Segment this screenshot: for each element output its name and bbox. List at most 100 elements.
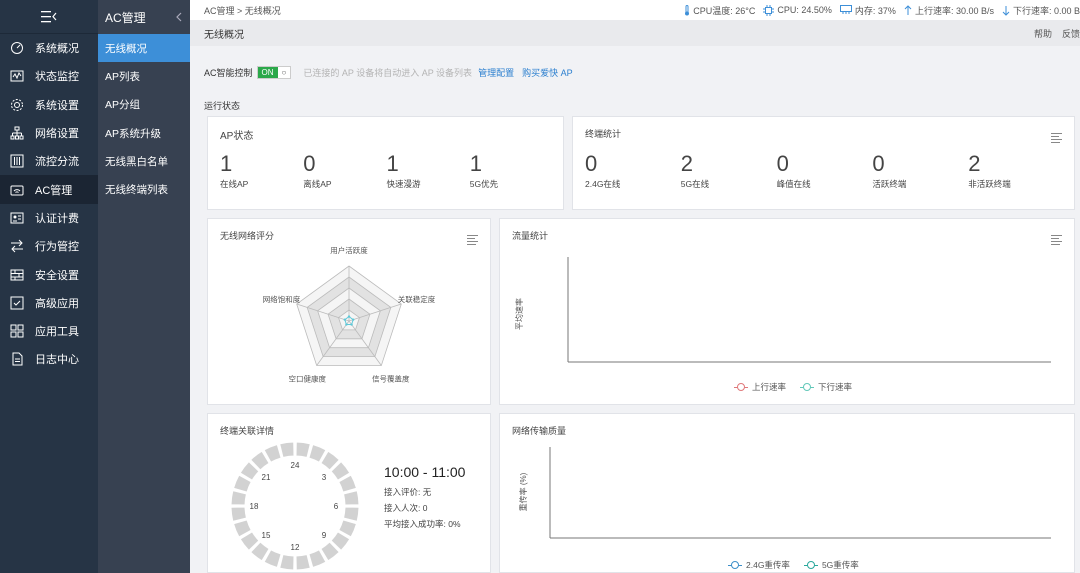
legend-label: 上行速率 <box>752 382 787 392</box>
stat-value: 0 <box>776 151 789 176</box>
submenu-item[interactable]: AP系统升级 <box>98 119 190 147</box>
sidebar-item[interactable]: 安全设置 <box>0 260 98 288</box>
apps-icon <box>10 324 24 338</box>
clock-segment <box>230 506 248 522</box>
score-radar-chart: 用户活跃度关联稳定度信号覆盖度 空口健康度 网络饱和度 <box>263 245 436 383</box>
stat-item: 0 峰值在线 <box>777 152 873 190</box>
submenu-title: AC管理 <box>105 10 146 25</box>
ac-control-toggle[interactable]: ON ○ <box>256 66 292 79</box>
sidebar-item[interactable]: 认证计费 <box>0 204 98 232</box>
wifi-icon <box>10 183 24 197</box>
legend-item[interactable]: 2.4G重传率 <box>728 559 790 571</box>
buy-ap-link[interactable]: 购买爱快 AP <box>522 66 573 79</box>
legend-marker <box>800 383 815 391</box>
sidebar-item[interactable]: 应用工具 <box>0 317 98 345</box>
stat-label: 2.4G在线 <box>585 179 621 189</box>
stat-label: 非活跃终端 <box>968 179 1011 189</box>
sidebar-item-label: 状态监控 <box>35 71 79 84</box>
stat-item: 0 2.4G在线 <box>585 152 681 190</box>
page-title-bar: 无线概况 帮助 反馈 <box>190 20 1080 46</box>
legend-label: 5G重传率 <box>821 560 859 570</box>
traffic-chart: 平均速率 <box>514 257 1051 363</box>
sidebar-item[interactable]: AC管理 <box>0 175 98 204</box>
sidebar-item[interactable]: 状态监控 <box>0 62 98 90</box>
clock-segment <box>342 490 360 506</box>
ac-control-label: AC智能控制 <box>204 68 253 78</box>
legend-label: 下行速率 <box>818 382 853 392</box>
legend-item[interactable]: 下行速率 <box>800 381 852 393</box>
stat-item: 1 5G优先 <box>470 152 553 190</box>
sidebar-item[interactable]: 流控分流 <box>0 147 98 175</box>
toggle-on-label: ON <box>257 67 278 78</box>
stat-item: 2 5G在线 <box>681 152 777 190</box>
stat-value: 1 <box>220 151 233 176</box>
manage-config-link[interactable]: 管理配置 <box>478 66 514 79</box>
sidebar-item[interactable]: 网络设置 <box>0 119 98 147</box>
cpu-icon <box>763 4 775 16</box>
y-axis-label: 平均速率 <box>514 298 524 330</box>
upload-stat: 上行速率: 30.00 B/s <box>904 4 994 17</box>
radar-axis-label: 用户活跃度 <box>330 245 368 255</box>
menu-collapse-button[interactable] <box>0 0 98 34</box>
submenu-sidebar: AC管理 无线概况 AP列表 AP分组 AP系统升级 无线黑白名单 无线终端列表 <box>98 0 190 573</box>
stat-value: 0 <box>303 151 316 176</box>
clock-hour-label: 9 <box>322 531 327 540</box>
sidebar-item[interactable]: 系统概况 <box>0 34 98 62</box>
document-icon <box>10 352 24 366</box>
radar-axis-label: 网络饱和度 <box>263 294 301 304</box>
legend-marker <box>734 383 748 391</box>
network-icon <box>10 126 24 140</box>
stat-value: 1 <box>386 151 399 176</box>
submenu-item[interactable]: AP列表 <box>98 62 190 90</box>
stat-value: 0 <box>872 151 885 176</box>
sidebar-item[interactable]: 高级应用 <box>0 289 98 317</box>
sliders-icon <box>10 154 24 168</box>
stat-label: 峰值在线 <box>776 179 811 189</box>
card-title: AP状态 <box>220 131 254 142</box>
stat-label: 活跃终端 <box>872 179 907 189</box>
radar-axis-label: 空口健康度 <box>289 373 327 383</box>
assoc-count: 接入人次: 0 <box>384 503 428 513</box>
radar-point <box>343 318 347 321</box>
y-axis-label: 重传率 (%) <box>518 472 528 511</box>
breadcrumb: AC管理 > 无线概况 <box>204 5 281 16</box>
sidebar-item-label: AC管理 <box>35 184 73 197</box>
sidebar-item[interactable]: 日志中心 <box>0 345 98 373</box>
legend-item[interactable]: 5G重传率 <box>803 559 859 571</box>
submenu-item[interactable]: 无线概况 <box>98 34 190 63</box>
cpu-stat: CPU: 24.50% <box>763 4 832 16</box>
feedback-link[interactable]: 反馈 <box>1062 27 1080 40</box>
stat-label: 离线AP <box>303 179 332 189</box>
clock-segment <box>342 506 360 522</box>
radar-axis-label: 信号覆盖度 <box>372 373 410 383</box>
clock-hour-label: 3 <box>322 473 327 482</box>
menu-collapse-icon <box>41 10 57 22</box>
submenu-item[interactable]: AP分组 <box>98 91 190 119</box>
sidebar-item-label: 行为管控 <box>35 241 79 254</box>
firewall-icon <box>10 268 24 282</box>
time-range: 10:00 - 11:00 <box>384 464 466 480</box>
clock-segment <box>279 441 295 459</box>
submenu-item[interactable]: 无线黑白名单 <box>98 147 190 175</box>
radar-axis-label: 关联稳定度 <box>398 294 436 304</box>
submenu-item[interactable]: 无线终端列表 <box>98 175 190 203</box>
chevron-left-icon[interactable] <box>176 12 182 22</box>
stat-label: 在线AP <box>220 179 249 189</box>
sidebar-item-label: 高级应用 <box>35 297 79 310</box>
thermometer-icon <box>685 4 690 15</box>
legend-item[interactable]: 上行速率 <box>734 381 786 393</box>
stat-item: 0 活跃终端 <box>872 152 968 190</box>
quality-card: 网络传输质量 重传率 (%) 2.4G重传率 5G重传率 <box>499 413 1075 573</box>
stat-item: 1 快速漫游 <box>387 152 470 190</box>
help-link[interactable]: 帮助 <box>1034 27 1052 40</box>
sidebar-item[interactable]: 系统设置 <box>0 91 98 119</box>
clock-segment <box>295 553 311 571</box>
sidebar-item-label: 网络设置 <box>35 128 79 141</box>
check-box-icon <box>10 296 24 310</box>
monitor-icon <box>10 69 24 83</box>
toggle-off-knob: ○ <box>277 67 291 78</box>
card-menu-icon[interactable] <box>1051 133 1062 145</box>
sidebar-item[interactable]: 行为管控 <box>0 232 98 260</box>
terminal-stats-card: 终端统计 0 2.4G在线 2 5G在线 0 峰值在线 0 活跃终端 2 非活跃终端 <box>572 116 1075 210</box>
stat-item: 0 离线AP <box>303 152 386 190</box>
